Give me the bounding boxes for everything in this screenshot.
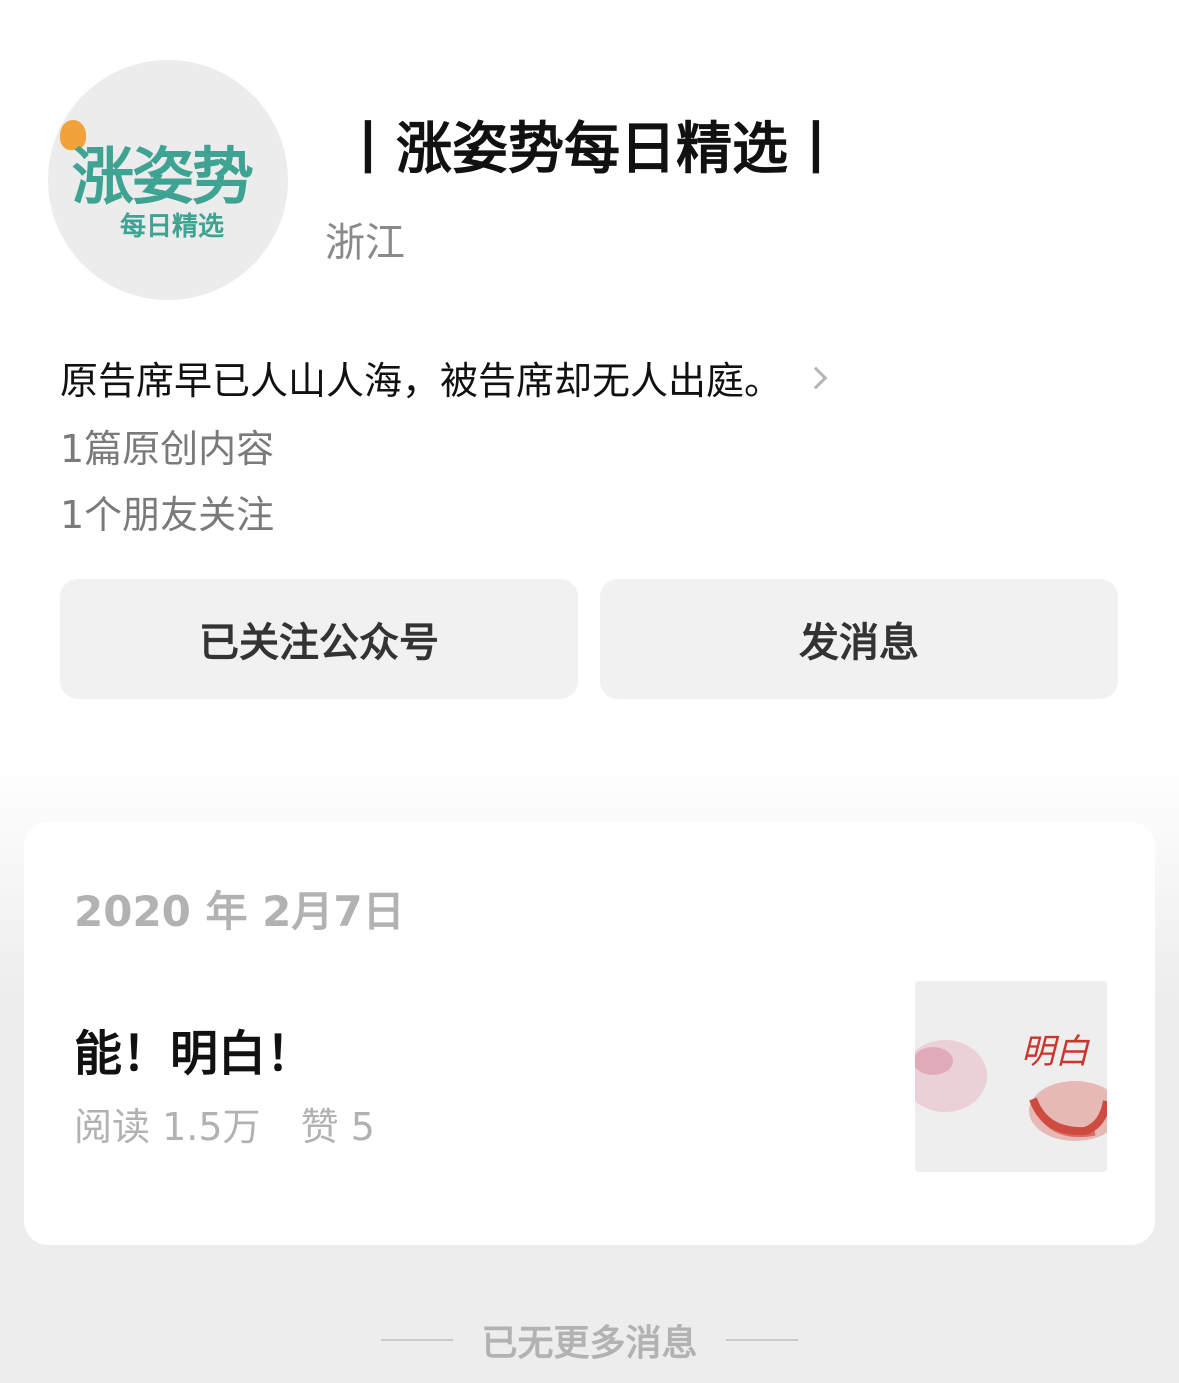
- account-intro[interactable]: 原告席早已人山人海，被告席却无人出庭。: [60, 350, 828, 405]
- article-date: 2020 年 2月7日: [74, 887, 405, 936]
- thumbnail-image: 明白: [915, 981, 1107, 1172]
- article-card: 2020 年 2月7日 能！明白！ 阅读 1.5万 赞 5 明白: [24, 822, 1155, 1245]
- avatar-logo-text: 涨姿势: [72, 140, 254, 213]
- end-of-list-indicator: 已无更多消息: [0, 1318, 1179, 1364]
- chevron-right-icon: [804, 366, 828, 389]
- article-meta: 阅读 1.5万 赞 5: [74, 1096, 403, 1151]
- avatar-logo-subtext: 每日精选: [120, 212, 225, 242]
- thumbnail-text: 明白: [1021, 1032, 1090, 1072]
- divider: [381, 1339, 454, 1341]
- original-content-count: 1篇原创内容: [60, 427, 275, 471]
- friends-following-count: 1个朋友关注: [60, 493, 275, 537]
- article-read-count: 阅读 1.5万: [74, 1105, 261, 1149]
- account-avatar[interactable]: 涨姿势 每日精选: [48, 60, 288, 300]
- send-message-button[interactable]: 发消息: [600, 579, 1118, 699]
- followed-account-button[interactable]: 已关注公众号: [60, 579, 578, 699]
- account-location: 浙江: [325, 220, 405, 266]
- article-title: 能！明白！: [74, 1026, 315, 1082]
- divider: [725, 1339, 798, 1341]
- article-thumbnail: 明白: [915, 981, 1107, 1172]
- article-like-count: 赞 5: [300, 1105, 375, 1149]
- account-name: 丨涨姿势每日精选丨: [340, 117, 844, 182]
- end-of-list-text: 已无更多消息: [481, 1323, 698, 1364]
- account-intro-text: 原告席早已人山人海，被告席却无人出庭。: [60, 359, 783, 403]
